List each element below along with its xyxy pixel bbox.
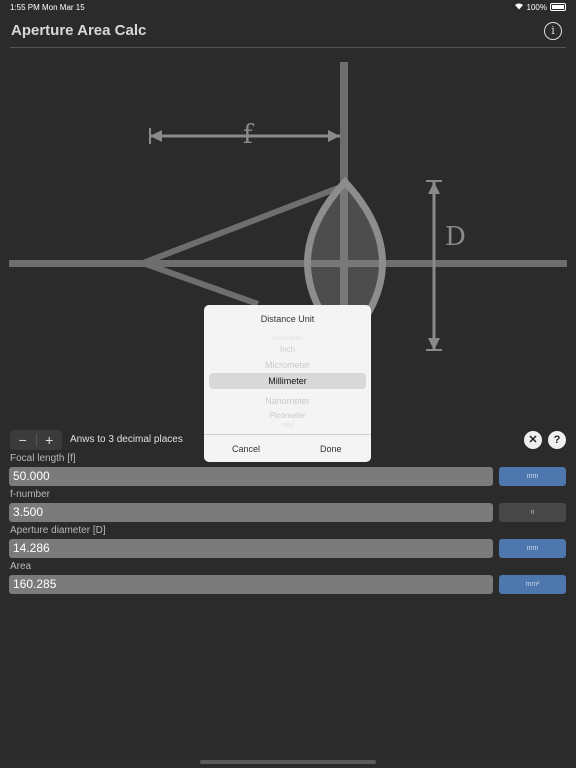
cancel-button[interactable]: Cancel xyxy=(232,444,260,454)
picker-option[interactable]: Micrometer xyxy=(204,336,371,342)
optical-axis xyxy=(9,260,567,267)
diameter-label: D xyxy=(445,222,466,252)
diameter-arrow-bottom-head xyxy=(428,338,440,350)
area-unit-button[interactable]: mm² xyxy=(499,575,566,594)
decrement-button[interactable]: − xyxy=(10,430,36,450)
focal-length-input[interactable]: 50.000 xyxy=(9,467,493,486)
focal-length-unit-button[interactable]: mm xyxy=(499,467,566,486)
ray-bottom xyxy=(141,260,260,307)
decimal-stepper: − + xyxy=(10,430,62,450)
picker-selected-option[interactable]: Millimeter xyxy=(209,373,366,389)
decimal-places-text: Anws to 3 decimal places xyxy=(70,434,183,445)
focal-arrow-left-head xyxy=(150,130,162,142)
f-number-unit-button[interactable]: n xyxy=(499,503,566,522)
aperture-diameter-label-text: Aperture diameter [D] xyxy=(10,525,106,536)
aperture-diameter-input[interactable]: 14.286 xyxy=(9,539,493,558)
help-icon[interactable]: ? xyxy=(548,431,566,449)
area-input[interactable]: 160.285 xyxy=(9,575,493,594)
diameter-arrow-top-head xyxy=(428,182,440,194)
area-label-text: Area xyxy=(10,561,32,572)
picker-option[interactable]: Picometer xyxy=(204,411,371,420)
home-indicator xyxy=(200,760,376,764)
done-button[interactable]: Done xyxy=(320,444,342,454)
picker-option[interactable]: Micrometer xyxy=(204,360,371,370)
picker-option[interactable]: Nanometer xyxy=(204,396,371,406)
focal-length-label-text: Focal length [f] xyxy=(10,453,76,464)
picker-option[interactable]: Inch xyxy=(204,345,371,354)
increment-button[interactable]: + xyxy=(37,430,63,450)
aperture-diameter-unit-button[interactable]: mm xyxy=(499,539,566,558)
focal-arrow-right-head xyxy=(328,130,340,142)
picker-divider xyxy=(204,434,371,435)
f-number-label-text: f-number xyxy=(10,489,51,500)
picker-title: Distance Unit xyxy=(260,314,315,324)
distance-unit-picker: Distance Unit Micrometer Inch Micrometer… xyxy=(204,305,371,462)
f-number-input[interactable]: 3.500 xyxy=(9,503,493,522)
clear-icon[interactable]: ✕ xyxy=(524,431,542,449)
focal-length-label: f xyxy=(243,120,253,150)
picker-option[interactable]: Yard xyxy=(204,423,371,429)
